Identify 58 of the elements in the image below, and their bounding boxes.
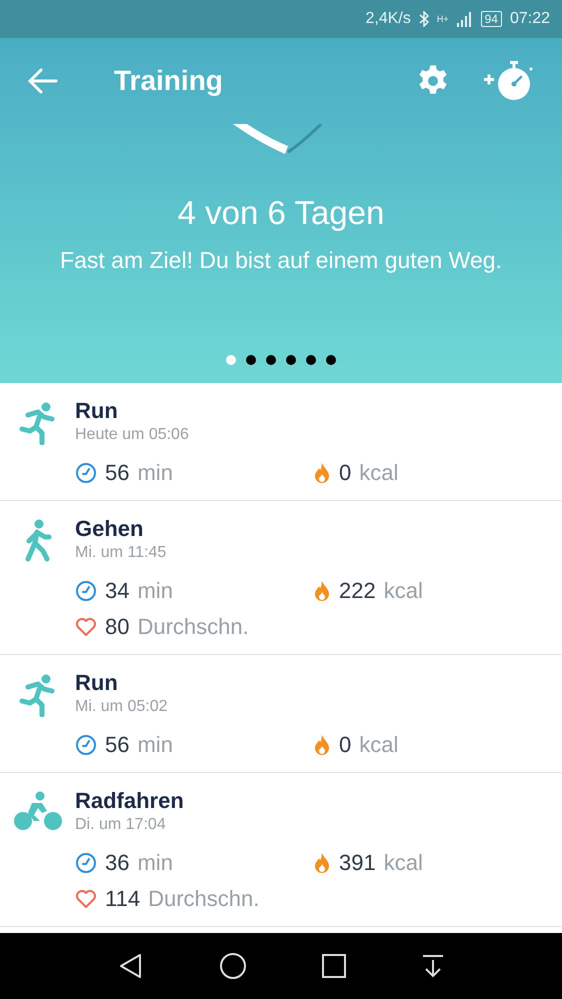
back-icon[interactable] bbox=[118, 953, 144, 979]
pull-down-icon[interactable] bbox=[420, 954, 444, 978]
stat-unit: min bbox=[137, 580, 173, 602]
activity-card[interactable]: Run Mi. um 05:02 56 min 0 kcal bbox=[0, 655, 562, 773]
heart-icon bbox=[75, 617, 97, 637]
activity-time: Mi. um 05:02 bbox=[75, 697, 168, 717]
stat-unit: kcal bbox=[384, 852, 423, 874]
activity-name: Run bbox=[75, 670, 119, 696]
runner-icon bbox=[18, 673, 58, 717]
flame-icon bbox=[313, 462, 331, 484]
clock-icon bbox=[75, 462, 97, 484]
stat-unit: kcal bbox=[359, 734, 398, 756]
activity-card[interactable]: Gehen Mi. um 11:45 34 min 222 kcal 80 Durchschn. bbox=[0, 501, 562, 655]
clock-icon bbox=[75, 580, 97, 602]
activity-card[interactable]: Radfahren Di. um 17:04 36 min 391 kcal 114 Durchschn. bbox=[0, 773, 562, 927]
stat-unit: kcal bbox=[359, 462, 398, 484]
activity-time: Di. um 17:04 bbox=[75, 815, 167, 835]
stat-unit: kcal bbox=[384, 580, 423, 602]
activity-name: Run bbox=[75, 398, 119, 424]
goal-message: Fast am Ziel! Du bist auf einem guten Weg. bbox=[59, 246, 503, 275]
cyclist-icon bbox=[14, 791, 62, 831]
runner-icon bbox=[18, 401, 58, 445]
stat-unit: min bbox=[137, 852, 173, 874]
recents-icon[interactable] bbox=[322, 954, 346, 978]
clock-icon bbox=[75, 852, 97, 874]
flame-icon bbox=[313, 580, 331, 602]
stat-value: 34 bbox=[105, 580, 130, 602]
activity-time: Heute um 05:06 bbox=[75, 425, 190, 445]
activity-card[interactable]: Run Heute um 05:06 56 min 0 kcal bbox=[0, 383, 562, 501]
bluetooth-icon bbox=[418, 11, 429, 27]
stat-unit: Durchschn. bbox=[148, 888, 260, 910]
page-title: Training bbox=[114, 64, 223, 98]
network-type: H+ bbox=[436, 14, 449, 24]
activity-name: Gehen bbox=[75, 516, 144, 542]
stat-value: 56 bbox=[105, 462, 130, 484]
activity-time: Mi. um 11:45 bbox=[75, 543, 168, 563]
flame-icon bbox=[313, 852, 331, 874]
signal-icon bbox=[456, 11, 473, 27]
clock-icon bbox=[75, 734, 97, 756]
stat-value: 0 bbox=[339, 462, 352, 484]
clock-time: 07:22 bbox=[510, 9, 550, 29]
stat-unit: Durchschn. bbox=[137, 616, 249, 638]
stat-value: 391 bbox=[339, 852, 376, 874]
home-icon[interactable] bbox=[218, 952, 246, 980]
flame-icon bbox=[313, 734, 331, 756]
walker-icon bbox=[22, 519, 52, 563]
stat-value: 0 bbox=[339, 734, 352, 756]
network-speed: 2,4K/s bbox=[365, 9, 411, 29]
stat-unit: min bbox=[137, 734, 173, 756]
activity-name: Radfahren bbox=[75, 788, 185, 814]
stat-value: 222 bbox=[339, 580, 376, 602]
stat-value: 114 bbox=[105, 888, 140, 910]
battery-level: 94 bbox=[480, 11, 502, 27]
stat-value: 56 bbox=[105, 734, 130, 756]
stat-unit: min bbox=[137, 462, 173, 484]
stat-value: 80 bbox=[105, 616, 130, 638]
heart-icon bbox=[75, 889, 97, 909]
stat-value: 36 bbox=[105, 852, 130, 874]
